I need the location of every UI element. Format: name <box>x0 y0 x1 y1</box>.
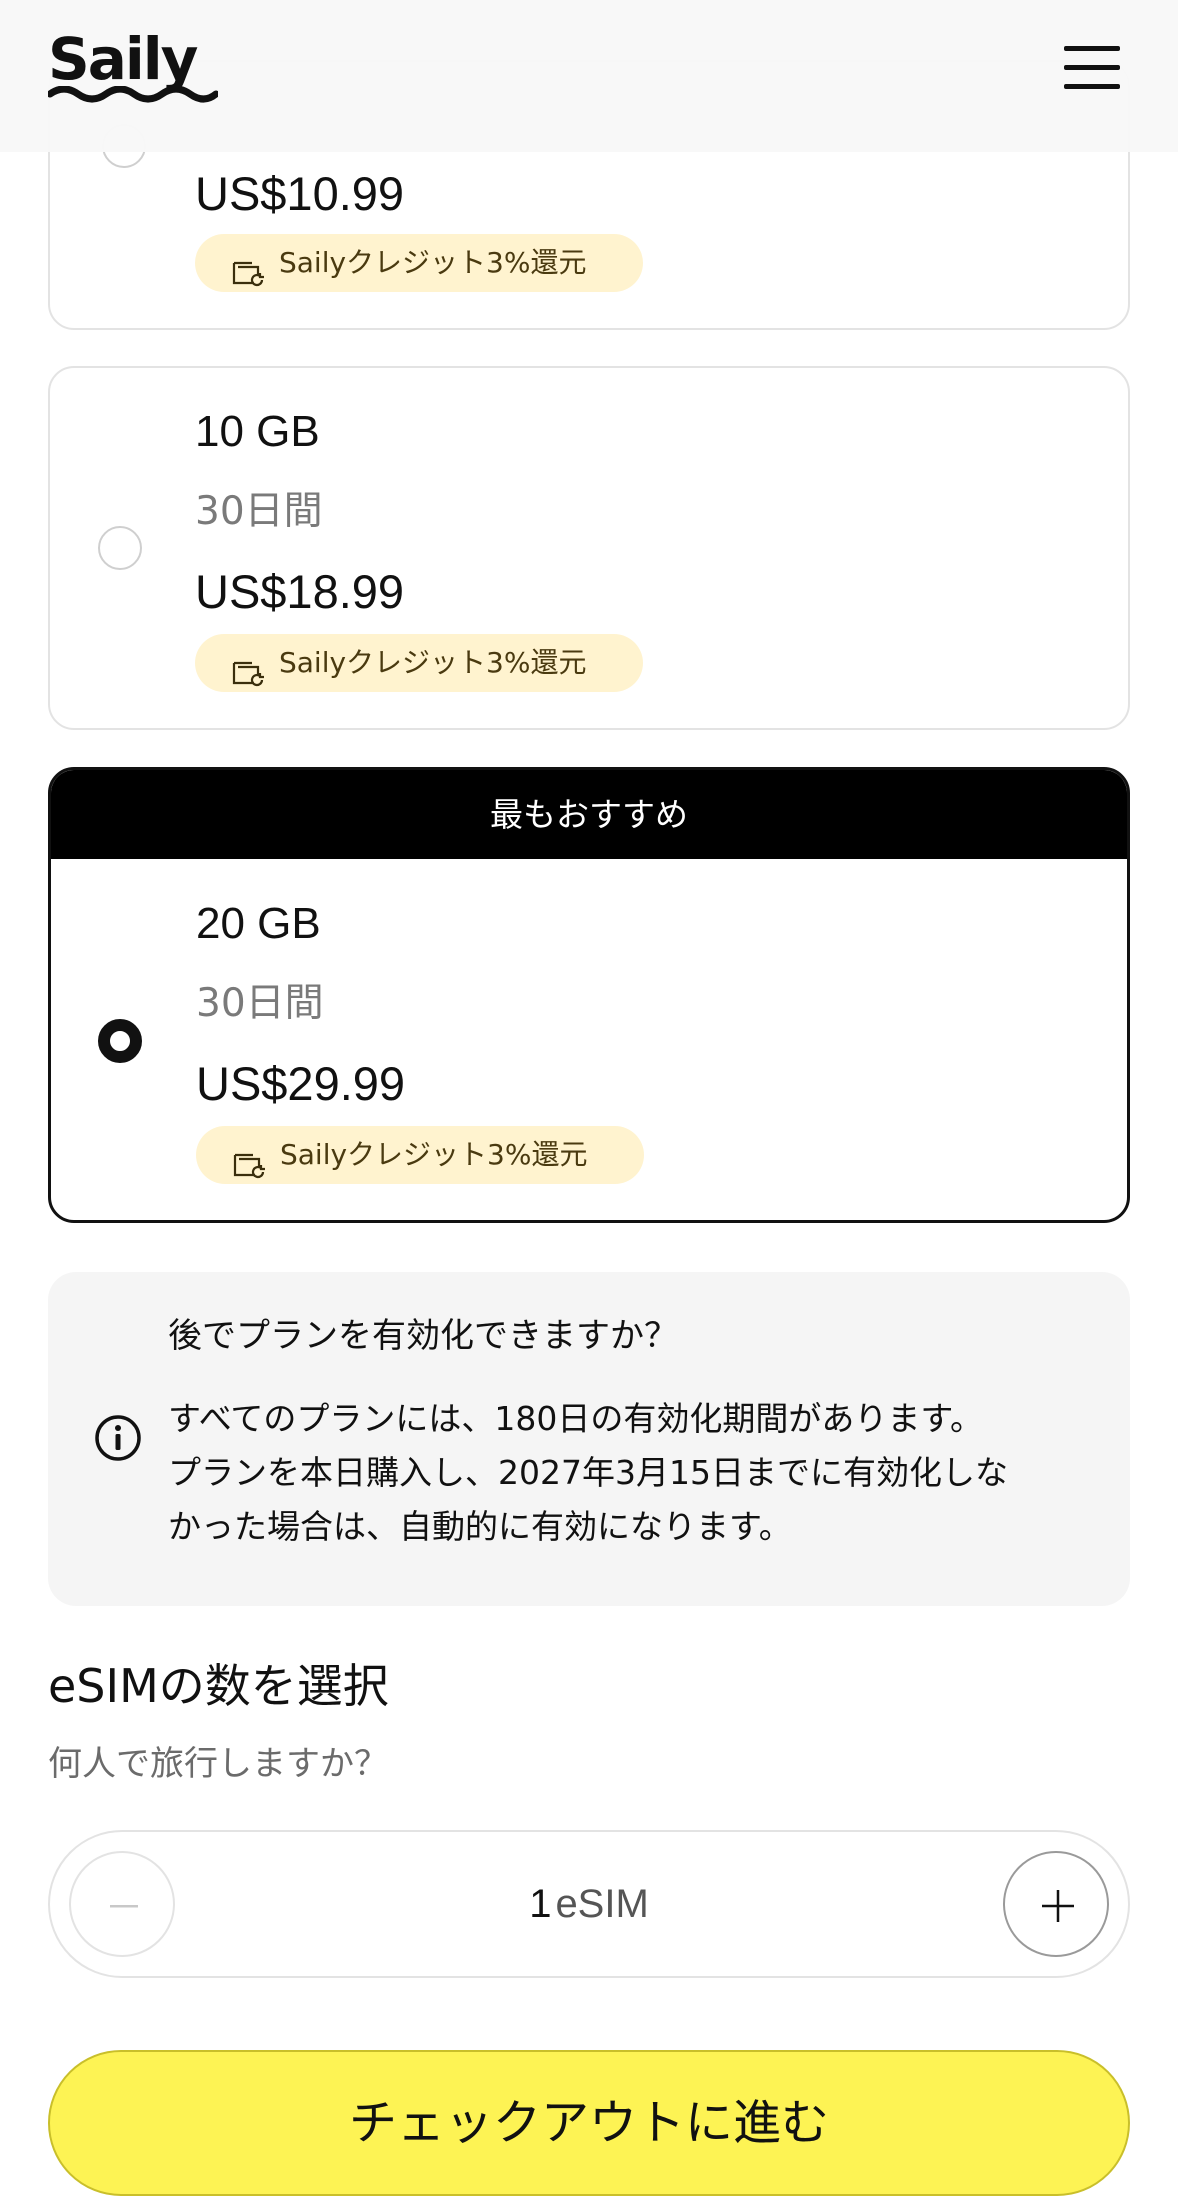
credit-badge: Sailyクレジット3%還元 <box>196 1126 644 1184</box>
esim-count-title: eSIMの数を選択 <box>48 1659 389 1713</box>
wallet-refresh-icon <box>232 1141 266 1199</box>
saily-logo[interactable]: Saily <box>48 26 218 110</box>
esim-quantity-stepper: 1 eSIM <box>48 1830 1130 1978</box>
credit-badge-label: Sailyクレジット3%還元 <box>280 1138 588 1171</box>
info-icon <box>94 1414 142 1467</box>
plan-duration: 30日間 <box>195 489 323 534</box>
esim-quantity-value: 1 <box>529 1882 552 1926</box>
esim-quantity-display: 1 eSIM <box>50 1832 1128 1976</box>
info-body: すべてのプランには、180日の有効化期間があります。 プランを本日購入し、202… <box>168 1392 1088 1554</box>
plan-duration: 30日間 <box>196 981 324 1026</box>
info-line: すべてのプランには、180日の有効化期間があります。 <box>168 1399 984 1438</box>
plan-price: US$18.99 <box>195 565 405 618</box>
site-header: Saily <box>0 0 1178 152</box>
wallet-refresh-icon <box>231 649 265 707</box>
increase-quantity-button[interactable] <box>1003 1851 1109 1957</box>
info-line: プランを本日購入し、2027年3月15日までに有効化しな <box>168 1453 1008 1492</box>
credit-badge-label: Sailyクレジット3%還元 <box>279 246 587 279</box>
decrease-quantity-button[interactable] <box>69 1851 175 1957</box>
credit-badge: Sailyクレジット3%還元 <box>195 234 643 292</box>
esim-quantity-unit: eSIM <box>555 1882 649 1926</box>
plan-data-amount: 10 GB <box>195 407 320 456</box>
minus-icon <box>110 1905 138 1908</box>
hamburger-menu-icon <box>1064 46 1120 51</box>
plan-radio-2[interactable] <box>98 526 142 570</box>
plan-card-2[interactable]: 10 GB 30日間 US$18.99 Sailyクレジット3%還元 <box>48 366 1130 730</box>
plan-data-amount: 20 GB <box>196 899 321 948</box>
info-line: かった場合は、自動的に有効になります。 <box>168 1507 792 1546</box>
activation-info-box: 後でプランを有効化できますか？ すべてのプランには、180日の有効化期間がありま… <box>48 1272 1130 1606</box>
credit-badge-label: Sailyクレジット3%還元 <box>279 646 587 679</box>
hamburger-menu-button[interactable] <box>1062 42 1122 94</box>
logo-wave-icon <box>48 86 218 103</box>
wallet-refresh-icon <box>231 249 265 307</box>
plan-radio-3[interactable] <box>98 1019 142 1063</box>
plus-icon <box>1042 1890 1074 1922</box>
recommended-banner: 最もおすすめ <box>51 770 1127 859</box>
info-title: 後でプランを有効化できますか？ <box>168 1316 678 1356</box>
plan-price: US$29.99 <box>196 1057 406 1110</box>
plan-card-3[interactable]: 最もおすすめ 20 GB 30日間 US$29.99 Sailyクレジット3%還… <box>48 767 1130 1223</box>
logo-text: Saily <box>48 25 198 93</box>
credit-badge: Sailyクレジット3%還元 <box>195 634 643 692</box>
checkout-button[interactable]: チェックアウトに進む <box>48 2050 1130 2196</box>
plan-price: US$10.99 <box>195 167 405 220</box>
esim-count-subtitle: 何人で旅行しますか？ <box>48 1744 388 1784</box>
